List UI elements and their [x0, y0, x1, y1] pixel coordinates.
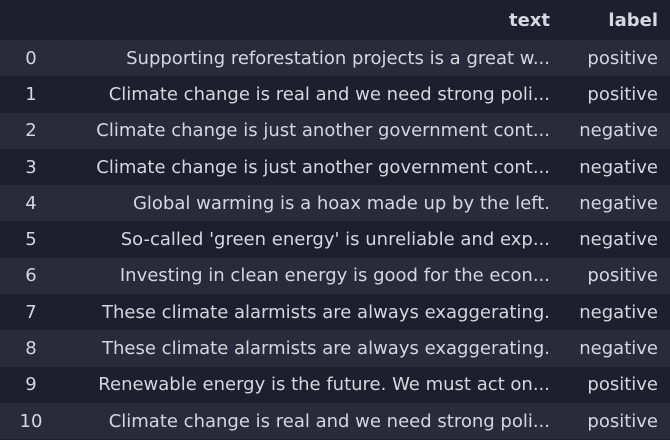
header-index	[0, 0, 62, 40]
row-text: These climate alarmists are always exagg…	[102, 301, 550, 323]
row-label: positive	[587, 83, 658, 105]
table-header: text label	[0, 0, 670, 40]
row-text: Climate change is real and we need stron…	[108, 410, 550, 432]
table-row: 10 Climate change is real and we need st…	[0, 402, 670, 440]
row-label: negative	[579, 301, 658, 323]
row-text: Climate change is just another governmen…	[96, 120, 550, 142]
row-index: 9	[25, 374, 37, 396]
header-text: text	[508, 9, 550, 31]
row-index: 7	[25, 301, 37, 323]
table-body: 0 Supporting reforestation projects is a…	[0, 40, 670, 440]
row-label: positive	[587, 410, 658, 432]
row-text: Global warming is a hoax made up by the …	[132, 192, 550, 214]
table-row: 5 So-called 'green energy' is unreliable…	[0, 221, 670, 258]
row-label: negative	[579, 120, 658, 142]
row-index: 10	[19, 410, 43, 432]
row-text: Renewable energy is the future. We must …	[98, 374, 550, 396]
row-text: Climate change is real and we need stron…	[108, 83, 550, 105]
row-text: So-called 'green energy' is unreliable a…	[120, 229, 550, 251]
row-label: negative	[579, 156, 658, 178]
table-row: 3 Climate change is just another governm…	[0, 148, 670, 186]
header-label: label	[608, 9, 658, 31]
table-row: 9 Renewable energy is the future. We mus…	[0, 366, 670, 403]
row-label: negative	[579, 192, 658, 214]
row-index: 0	[25, 47, 37, 69]
row-index: 3	[25, 156, 37, 178]
row-index: 2	[25, 120, 37, 142]
row-label: negative	[579, 338, 658, 360]
row-label: positive	[587, 265, 658, 287]
header-row: text label	[0, 0, 670, 40]
row-index: 6	[25, 265, 37, 287]
table-row: 2 Climate change is just another governm…	[0, 112, 670, 149]
table-row: 7 These climate alarmists are always exa…	[0, 294, 670, 331]
row-text: Climate change is just another governmen…	[96, 156, 550, 178]
row-index: 8	[25, 338, 37, 360]
table-row: 0 Supporting reforestation projects is a…	[0, 40, 670, 77]
row-index: 5	[25, 229, 37, 251]
table-row: 8 These climate alarmists are always exa…	[0, 330, 670, 367]
row-label: negative	[579, 229, 658, 251]
row-label: positive	[587, 47, 658, 69]
table-row: 1 Climate change is real and we need str…	[0, 76, 670, 113]
row-text: Investing in clean energy is good for th…	[119, 265, 550, 287]
row-label: positive	[587, 374, 658, 396]
table-row: 4 Global warming is a hoax made up by th…	[0, 185, 670, 222]
row-text: These climate alarmists are always exagg…	[102, 338, 550, 360]
dataframe-table: text label 0 Supporting reforestation pr…	[0, 0, 670, 440]
row-index: 4	[25, 192, 37, 214]
row-text: Supporting reforestation projects is a g…	[126, 47, 550, 69]
row-index: 1	[25, 83, 37, 105]
table-row: 6 Investing in clean energy is good for …	[0, 257, 670, 295]
